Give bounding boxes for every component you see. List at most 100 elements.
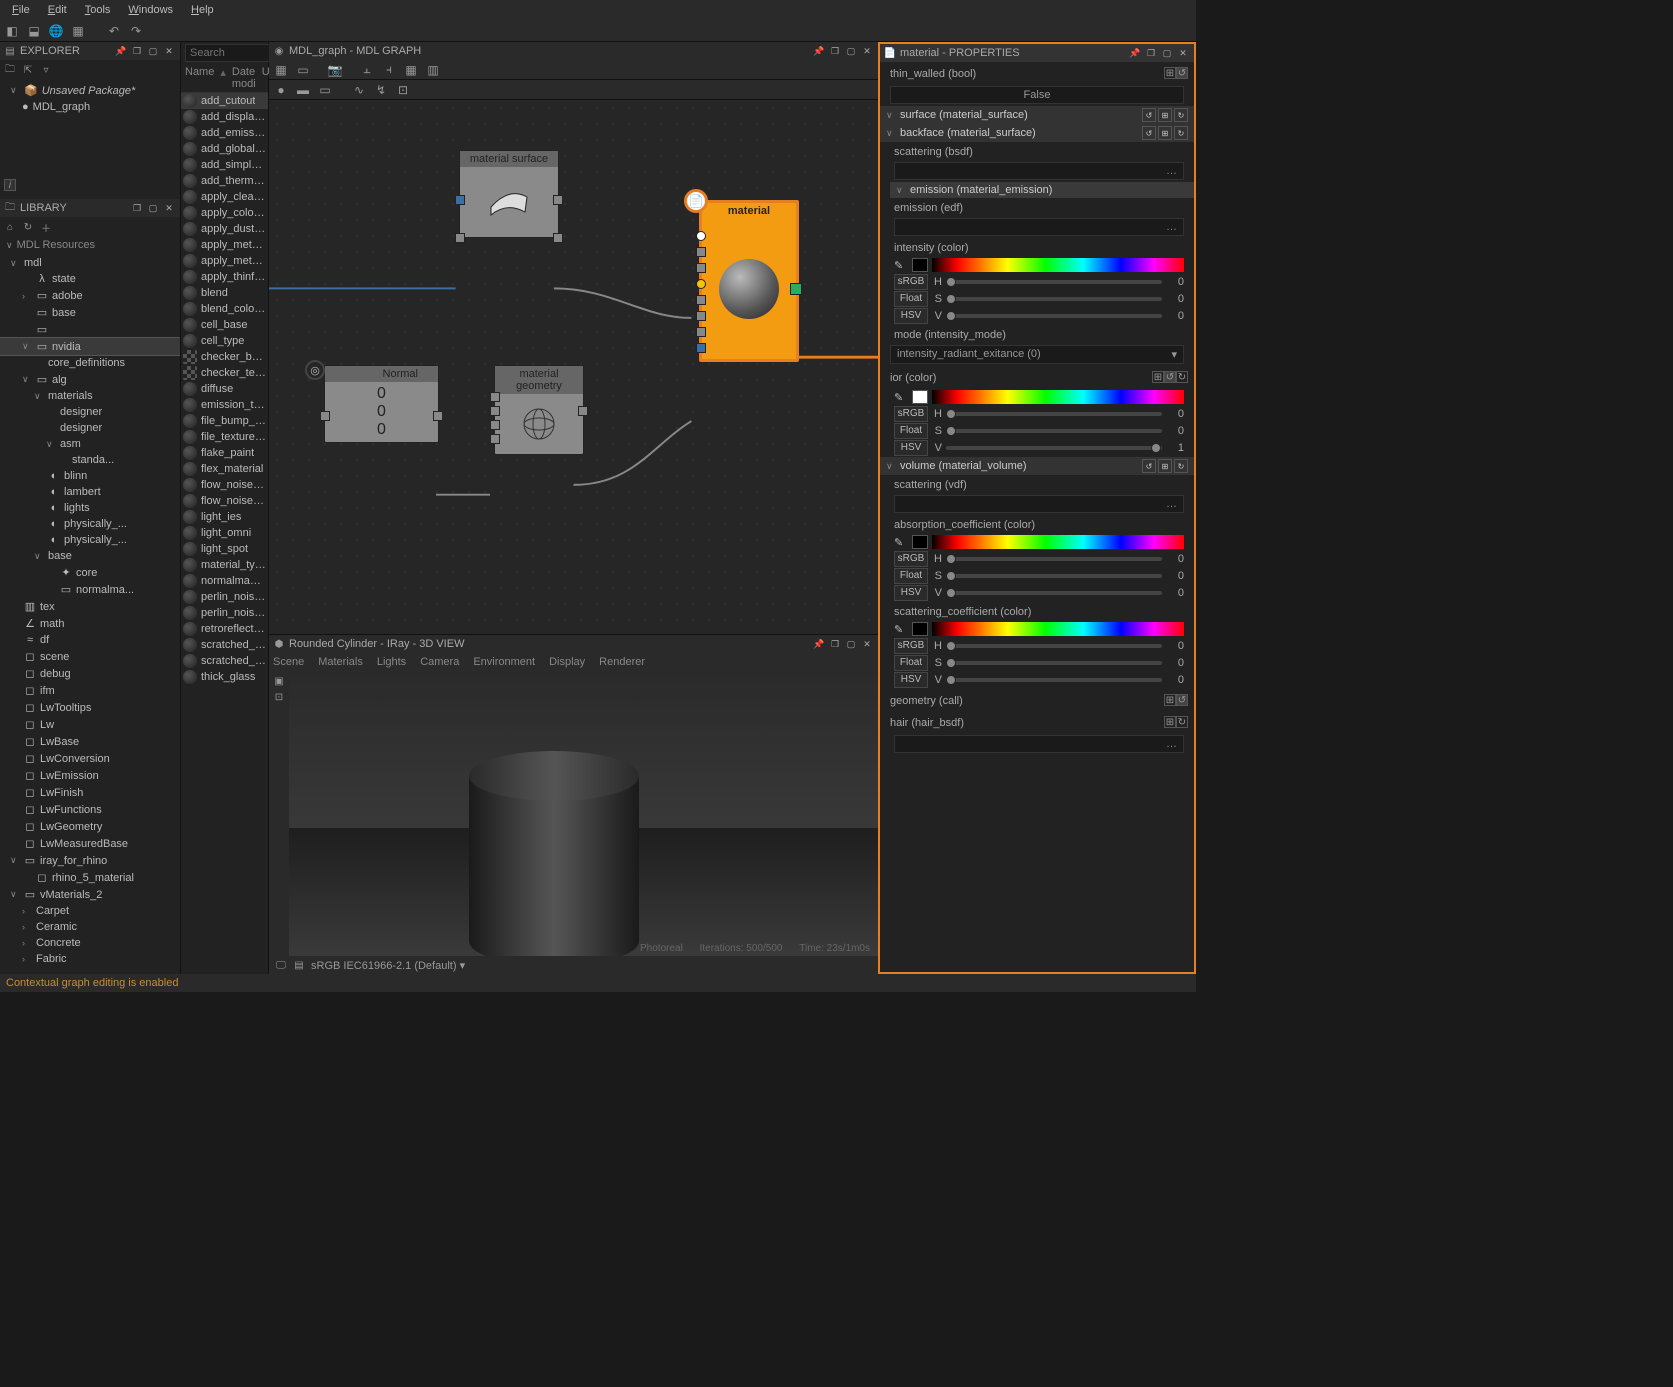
close-icon[interactable]: ✕ — [860, 44, 874, 58]
library-tree-item[interactable]: ∨materials — [0, 388, 180, 404]
frame-icon[interactable]: ▭ — [295, 62, 311, 78]
refresh-icon[interactable]: ↻ — [22, 221, 34, 233]
library-item[interactable]: add_simple_sticker — [181, 157, 268, 173]
slider-track[interactable] — [946, 557, 1162, 561]
library-item[interactable]: apply_colorfalloff_v2 — [181, 205, 268, 221]
port-in[interactable] — [490, 406, 500, 416]
node-material-surface[interactable]: material surface — [459, 150, 559, 238]
save-icon[interactable]: ⬓ — [26, 23, 42, 39]
color-mode-button[interactable]: Float — [894, 655, 928, 671]
maximize-icon[interactable]: ▢ — [1160, 46, 1174, 60]
color-mode-button[interactable]: sRGB — [894, 406, 928, 422]
maximize-icon[interactable]: ▢ — [146, 201, 160, 215]
revert-icon[interactable]: ↺ — [1142, 459, 1156, 473]
maximize-icon[interactable]: ▢ — [146, 44, 160, 58]
library-tree-item[interactable]: ▭normalma... — [0, 581, 180, 598]
monitor-icon[interactable]: 🖵 — [275, 959, 287, 971]
pin-icon[interactable]: 📌 — [812, 44, 826, 58]
add-icon[interactable]: ⊞ — [1158, 126, 1172, 140]
restore-icon[interactable]: ❐ — [130, 44, 144, 58]
library-tree-item[interactable]: ›Ceramic — [0, 919, 180, 935]
library-item[interactable]: cell_base — [181, 317, 268, 333]
view3d-tab[interactable]: Lights — [377, 656, 406, 668]
add-icon[interactable]: ＋ — [40, 221, 52, 233]
close-icon[interactable]: ✕ — [162, 44, 176, 58]
library-item[interactable]: file_texture(texture_2d,... — [181, 429, 268, 445]
library-item[interactable]: blend_colors(color,colo... — [181, 301, 268, 317]
color-mode-button[interactable]: HSV — [894, 585, 928, 601]
color-swatch[interactable] — [912, 390, 928, 404]
library-tree-item[interactable]: ◻LwTooltips — [0, 699, 180, 716]
close-icon[interactable]: ✕ — [860, 637, 874, 651]
library-item[interactable]: file_bump_texture(text... — [181, 413, 268, 429]
mode-dropdown[interactable]: intensity_radiant_exitance (0)▾ — [890, 345, 1184, 364]
maximize-icon[interactable]: ▢ — [844, 44, 858, 58]
revert-icon[interactable]: ↺ — [1142, 108, 1156, 122]
library-item[interactable]: apply_clearcoat — [181, 189, 268, 205]
slider-track[interactable] — [946, 446, 1162, 450]
add-icon[interactable]: ⊞ — [1164, 694, 1176, 706]
restore-icon[interactable]: ❐ — [828, 637, 842, 651]
package-icon[interactable]: ▦ — [70, 23, 86, 39]
eyedropper-icon[interactable]: ✎ — [894, 259, 908, 272]
revert-icon[interactable]: ↺ — [1142, 126, 1156, 140]
slider-track[interactable] — [946, 644, 1162, 648]
library-tree-item[interactable]: ∨mdl — [0, 255, 180, 271]
color-swatch[interactable] — [912, 258, 928, 272]
maximize-icon[interactable]: ▢ — [844, 637, 858, 651]
slider-track[interactable] — [946, 297, 1162, 301]
library-tree-item[interactable]: ◐lights — [0, 500, 180, 516]
port-in[interactable] — [696, 343, 706, 353]
color-mode-button[interactable]: sRGB — [894, 551, 928, 567]
library-item[interactable]: flow_noise_texture(colo... — [181, 493, 268, 509]
camera-icon[interactable]: 📷 — [327, 62, 343, 78]
distrib-icon[interactable]: ⫞ — [381, 62, 397, 78]
link-icon[interactable]: ∿ — [351, 82, 367, 98]
node-material[interactable]: 📄 material — [699, 200, 799, 362]
port-in[interactable] — [696, 327, 706, 337]
colorspace-icon[interactable]: ▤ — [293, 959, 305, 971]
snap-icon[interactable]: ▥ — [425, 62, 441, 78]
section-emission[interactable]: ∨emission (material_emission) — [890, 182, 1194, 198]
slider-track[interactable] — [946, 661, 1162, 665]
port-in[interactable] — [455, 195, 465, 205]
library-item[interactable]: emission_type — [181, 397, 268, 413]
filter-icon[interactable]: ▿ — [40, 64, 52, 76]
undo-icon[interactable]: ↶ — [106, 23, 122, 39]
library-tree-item[interactable]: ◻LwEmission — [0, 767, 180, 784]
color-mode-button[interactable]: HSV — [894, 308, 928, 324]
node-icon[interactable]: ● — [273, 82, 289, 98]
library-item[interactable]: apply_metalcoat — [181, 237, 268, 253]
library-tree-item[interactable]: ◻LwFunctions — [0, 801, 180, 818]
slider-track[interactable] — [946, 574, 1162, 578]
slider-track[interactable] — [946, 678, 1162, 682]
library-tree-item[interactable]: ∨asm — [0, 436, 180, 452]
library-tree-item[interactable]: ›▭adobe — [0, 287, 180, 304]
library-item[interactable]: scratched_plastic — [181, 653, 268, 669]
library-tree-item[interactable]: ◐lambert — [0, 484, 180, 500]
library-item[interactable]: checker_texture(color,c... — [181, 365, 268, 381]
port-in[interactable] — [696, 263, 706, 273]
library-item[interactable]: apply_thinfilm — [181, 269, 268, 285]
color-swatch[interactable] — [912, 622, 928, 636]
color-mode-button[interactable]: sRGB — [894, 638, 928, 654]
library-item[interactable]: add_displacement — [181, 109, 268, 125]
color-mode-button[interactable]: HSV — [894, 440, 928, 456]
library-item[interactable]: checker_bump_texture(... — [181, 349, 268, 365]
grid-icon[interactable]: ▦ — [403, 62, 419, 78]
view3d-tab[interactable]: Environment — [473, 656, 535, 668]
port-in[interactable] — [696, 247, 706, 257]
slider-track[interactable] — [946, 591, 1162, 595]
view3d-tab[interactable]: Materials — [318, 656, 363, 668]
close-icon[interactable]: ✕ — [1176, 46, 1190, 60]
library-tree-item[interactable]: ›Fabric — [0, 951, 180, 967]
library-item[interactable]: retroreflective — [181, 621, 268, 637]
revert-icon[interactable]: ↺ — [1164, 371, 1176, 383]
library-item[interactable]: light_ies — [181, 509, 268, 525]
close-icon[interactable]: ✕ — [162, 201, 176, 215]
library-tree-item[interactable]: ◻debug — [0, 665, 180, 682]
port-in[interactable] — [490, 434, 500, 444]
scattering-vdf-input[interactable]: … — [894, 495, 1184, 513]
view3d-tab[interactable]: Camera — [420, 656, 459, 668]
add-icon[interactable]: ⊞ — [1158, 108, 1172, 122]
